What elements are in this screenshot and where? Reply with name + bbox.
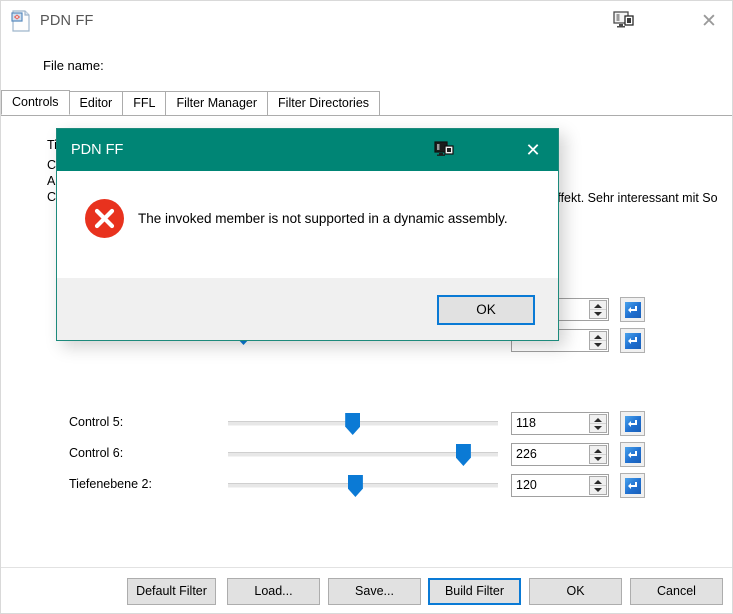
control-value-6[interactable]: 226 [511,443,609,466]
tabstrip: Controls Editor FFL Filter Manager Filte… [1,90,732,116]
control-slider-5[interactable] [228,409,498,437]
spinner-down-icon[interactable] [590,424,606,432]
reset-arrow-icon [624,415,641,432]
dialog-body: The invoked member is not supported in a… [57,171,558,278]
dialog-title: PDN FF [71,142,124,158]
bottom-button-bar: Default Filter Load... Save... Build Fil… [1,567,732,613]
tab-filter-directories[interactable]: Filter Directories [267,91,381,115]
ok-button[interactable]: OK [529,578,622,605]
default-filter-button[interactable]: Default Filter [127,578,216,605]
slider-track[interactable] [228,483,498,488]
filename-label: File name: [43,58,104,73]
spinner-down-icon[interactable] [590,455,606,463]
cancel-button[interactable]: Cancel [630,578,723,605]
spinner-hidden-2[interactable] [589,331,607,350]
dialog-close-button[interactable]: ✕ [512,135,554,165]
control-value-text-5: 118 [516,416,536,430]
reset-arrow-icon [624,301,641,318]
dialog-ok-button[interactable]: OK [437,295,535,325]
window-titlebar: PDN FF ✕ [1,1,732,40]
error-dialog: PDN FF ✕ The invoked member is not suppo… [56,128,559,341]
control-label-6: Control 6: [69,446,124,460]
reset-arrow-icon [624,477,641,494]
error-circle-icon [85,199,124,238]
control-label-5: Control 5: [69,415,124,429]
pdn-ff-window: PDN FF ✕ File name: Controls Editor FFL … [0,0,733,614]
metadata-overflow-text: Effekt. Sehr interessant mit So [549,191,718,205]
window-title: PDN FF [40,12,94,29]
dialog-message: The invoked member is not supported in a… [138,211,508,226]
tab-controls[interactable]: Controls [1,90,70,115]
reset-button-hidden-1[interactable] [620,297,645,322]
reset-button-5[interactable] [620,411,645,436]
control-value-5[interactable]: 118 [511,412,609,435]
spinner-tiefenebene-2[interactable] [589,476,607,495]
spinner-down-icon[interactable] [590,341,606,349]
control-row-5: Control 5: 118 [1,409,732,437]
reset-button-tiefenebene-2[interactable] [620,473,645,498]
tab-editor[interactable]: Editor [68,91,124,115]
reset-arrow-icon [624,446,641,463]
spinner-down-icon[interactable] [590,486,606,494]
control-value-text-tiefenebene-2: 120 [516,478,537,492]
tab-filter-manager[interactable]: Filter Manager [165,91,269,115]
control-value-tiefenebene-2[interactable]: 120 [511,474,609,497]
load-button[interactable]: Load... [227,578,320,605]
reset-button-6[interactable] [620,442,645,467]
control-row-tiefenebene-2: Tiefenebene 2: 120 [1,471,732,499]
save-button[interactable]: Save... [328,578,421,605]
display-settings-icon[interactable] [613,10,635,31]
spinner-6[interactable] [589,445,607,464]
reset-button-hidden-2[interactable] [620,328,645,353]
slider-thumb[interactable] [455,444,471,466]
spinner-hidden-1[interactable] [589,300,607,319]
file-script-icon [11,9,31,32]
tab-ffl[interactable]: FFL [122,91,167,115]
spinner-down-icon[interactable] [590,310,606,318]
control-slider-6[interactable] [228,440,498,468]
spinner-5[interactable] [589,414,607,433]
control-value-text-6: 226 [516,447,537,461]
window-close-button[interactable]: ✕ [687,6,731,36]
close-icon: ✕ [525,139,541,161]
close-icon: ✕ [701,9,717,32]
dialog-footer: OK [57,278,558,340]
display-settings-icon[interactable] [434,141,454,159]
reset-arrow-icon [624,332,641,349]
build-filter-button[interactable]: Build Filter [428,578,521,605]
slider-thumb[interactable] [345,413,361,435]
dialog-titlebar: PDN FF ✕ [57,129,558,171]
filename-row: File name: [1,53,732,83]
slider-thumb[interactable] [347,475,363,497]
slider-track[interactable] [228,421,498,426]
control-row-6: Control 6: 226 [1,440,732,468]
control-slider-tiefenebene-2[interactable] [228,471,498,499]
control-label-tiefenebene-2: Tiefenebene 2: [69,477,152,491]
